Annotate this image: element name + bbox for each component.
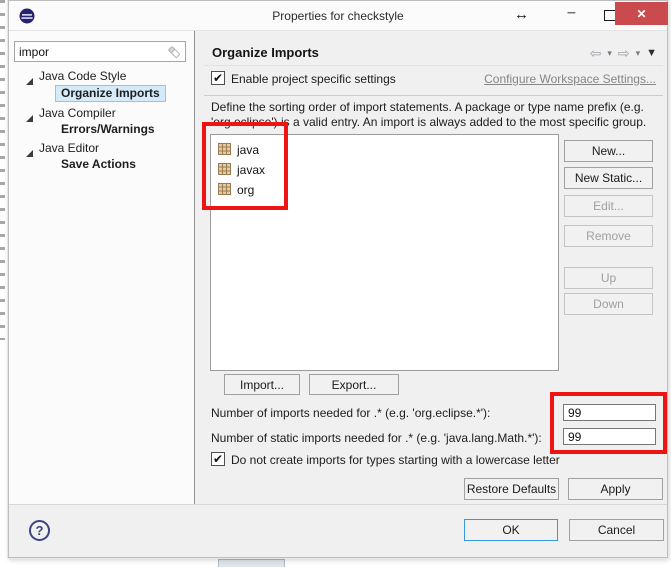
expand-triangle-icon[interactable]: [25, 110, 34, 128]
back-menu-icon[interactable]: ▾: [607, 49, 612, 58]
expand-triangle-icon[interactable]: [25, 145, 34, 163]
list-item-label: javax: [237, 163, 265, 177]
history-navigation: ⇦ ▾ ⇨ ▾ ▼: [590, 46, 657, 60]
sidebar-item-java-compiler[interactable]: Java Compiler: [39, 106, 116, 120]
sidebar-item-java-editor[interactable]: Java Editor: [39, 141, 99, 155]
cancel-button[interactable]: Cancel: [569, 519, 664, 541]
enable-project-settings-label: Enable project specific settings: [231, 72, 396, 86]
check-icon: ✔: [213, 452, 223, 466]
description-text: Define the sorting order of import state…: [211, 100, 667, 130]
ok-button[interactable]: OK: [464, 519, 558, 541]
check-icon: ✔: [213, 71, 223, 85]
static-imports-threshold-label: Number of static imports needed for .* (…: [211, 431, 542, 445]
up-button[interactable]: Up: [564, 267, 653, 289]
background-window-fragment: [0, 0, 5, 340]
page-title: Organize Imports: [212, 45, 319, 60]
sidebar-item-errors-warnings[interactable]: Errors/Warnings: [61, 122, 155, 136]
titlebar[interactable]: Properties for checkstyle ↔ – ✕: [9, 1, 667, 31]
lowercase-imports-checkbox[interactable]: ✔: [211, 452, 225, 466]
list-item[interactable]: org: [218, 180, 558, 200]
divider: [204, 65, 663, 66]
filter-search-box: [14, 41, 186, 62]
sidebar-item-organize-imports[interactable]: Organize Imports: [55, 85, 166, 102]
resize-icon[interactable]: ↔: [514, 6, 529, 23]
package-icon: [218, 163, 231, 178]
minimize-icon[interactable]: –: [567, 4, 576, 22]
close-button[interactable]: ✕: [615, 2, 668, 25]
background-fragment: [218, 559, 285, 567]
static-imports-threshold-input[interactable]: [563, 428, 656, 445]
close-icon: ✕: [636, 7, 646, 21]
edit-button[interactable]: Edit...: [564, 195, 653, 217]
new-static-button[interactable]: New Static...: [564, 167, 653, 189]
imports-threshold-input[interactable]: [563, 404, 656, 421]
lowercase-imports-label: Do not create imports for types starting…: [231, 453, 560, 467]
import-button[interactable]: Import...: [224, 374, 300, 395]
clear-filter-icon[interactable]: [167, 45, 182, 65]
new-button[interactable]: New...: [564, 140, 653, 162]
imports-threshold-label: Number of imports needed for .* (e.g. 'o…: [211, 406, 490, 420]
divider: [9, 504, 667, 505]
list-item[interactable]: javax: [218, 160, 558, 180]
divider: [204, 95, 663, 96]
restore-defaults-button[interactable]: Restore Defaults: [464, 478, 559, 500]
sidebar: Java Code Style Organize Imports Java Co…: [9, 31, 195, 504]
down-button[interactable]: Down: [564, 293, 653, 315]
list-item-label: java: [237, 143, 259, 157]
properties-dialog: Properties for checkstyle ↔ – ✕ Java Cod…: [8, 0, 668, 558]
forward-menu-icon[interactable]: ▾: [636, 49, 641, 58]
forward-icon[interactable]: ⇨: [618, 46, 630, 60]
list-item[interactable]: java: [218, 140, 558, 160]
sidebar-item-java-code-style[interactable]: Java Code Style: [39, 69, 126, 83]
export-button[interactable]: Export...: [309, 374, 399, 395]
list-item-label: org: [237, 183, 254, 197]
configure-workspace-settings-link[interactable]: Configure Workspace Settings...: [484, 72, 656, 86]
package-icon: [218, 183, 231, 198]
enable-project-settings-checkbox[interactable]: ✔: [211, 71, 225, 85]
filter-input[interactable]: [15, 42, 163, 61]
remove-button[interactable]: Remove: [564, 225, 653, 247]
view-menu-icon[interactable]: ▼: [646, 48, 657, 59]
back-icon[interactable]: ⇦: [590, 46, 602, 60]
apply-button[interactable]: Apply: [568, 478, 663, 500]
help-button[interactable]: ?: [29, 520, 50, 541]
package-icon: [218, 143, 231, 158]
expand-triangle-icon[interactable]: [25, 73, 34, 91]
help-icon: ?: [36, 523, 44, 538]
sidebar-item-save-actions[interactable]: Save Actions: [61, 157, 136, 171]
import-group-list[interactable]: java javax: [210, 134, 559, 371]
